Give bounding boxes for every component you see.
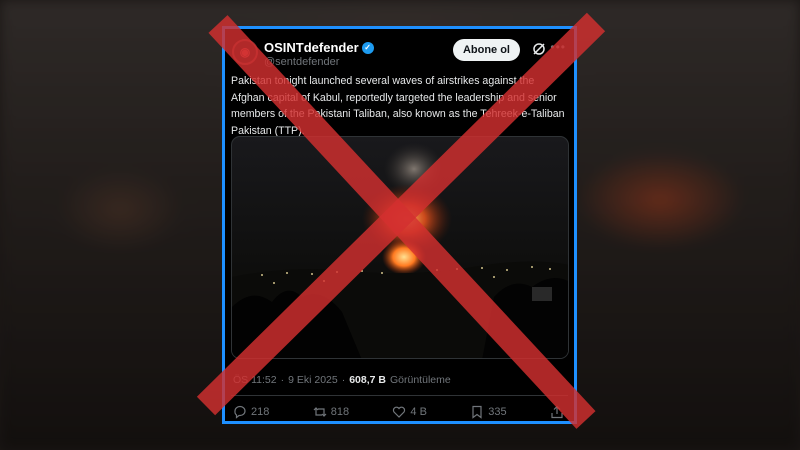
meta-separator: · [280, 374, 285, 386]
divider [231, 395, 568, 396]
reply-icon [234, 405, 246, 419]
like-count: 4 B [410, 406, 427, 418]
like-button[interactable]: 4 B [392, 405, 427, 419]
repost-button[interactable]: 818 [313, 405, 349, 419]
share-icon [551, 405, 563, 419]
grok-icon[interactable] [532, 42, 546, 56]
share-button[interactable] [550, 405, 564, 419]
night-explosion-image [232, 143, 568, 358]
reply-count: 218 [251, 406, 270, 418]
repost-icon [313, 407, 327, 417]
verified-badge-icon: ✓ [361, 41, 374, 54]
follow-button[interactable]: Abone ol [452, 39, 520, 61]
author-name-row[interactable]: OSINTdefender ✓ [264, 40, 374, 55]
views-label: Görüntüleme [390, 374, 451, 386]
bookmark-count: 335 [488, 406, 507, 418]
more-icon[interactable]: ••• [550, 40, 566, 54]
tweet-text: Pakistan tonight launched several waves … [231, 75, 565, 137]
tweet-time[interactable]: ÖS 11:52 [233, 374, 277, 386]
author-name[interactable]: OSINTdefender [264, 40, 359, 55]
views-count: 608,7 B [349, 374, 386, 386]
meta-separator-2: · [341, 374, 346, 386]
bookmark-icon [472, 405, 482, 419]
avatar[interactable]: ◉ [232, 39, 258, 65]
tweet-card: ◉ OSINTdefender ✓ @sentdefender Abone ol… [222, 26, 577, 424]
tweet-header: ◉ OSINTdefender ✓ @sentdefender Abone ol… [232, 37, 566, 71]
bookmark-button[interactable]: 335 [470, 405, 507, 419]
heart-icon [393, 406, 406, 418]
tweet-meta: ÖS 11:52 · 9 Eki 2025 · 608,7 B Görüntül… [233, 374, 451, 386]
repost-count: 818 [330, 406, 350, 418]
author-handle[interactable]: @sentdefender [264, 56, 339, 68]
tweet-date[interactable]: 9 Eki 2025 [288, 374, 338, 386]
tweet-image[interactable] [231, 136, 569, 359]
action-bar: 218 818 4 B 335 [233, 404, 564, 420]
reply-button[interactable]: 218 [233, 405, 269, 419]
